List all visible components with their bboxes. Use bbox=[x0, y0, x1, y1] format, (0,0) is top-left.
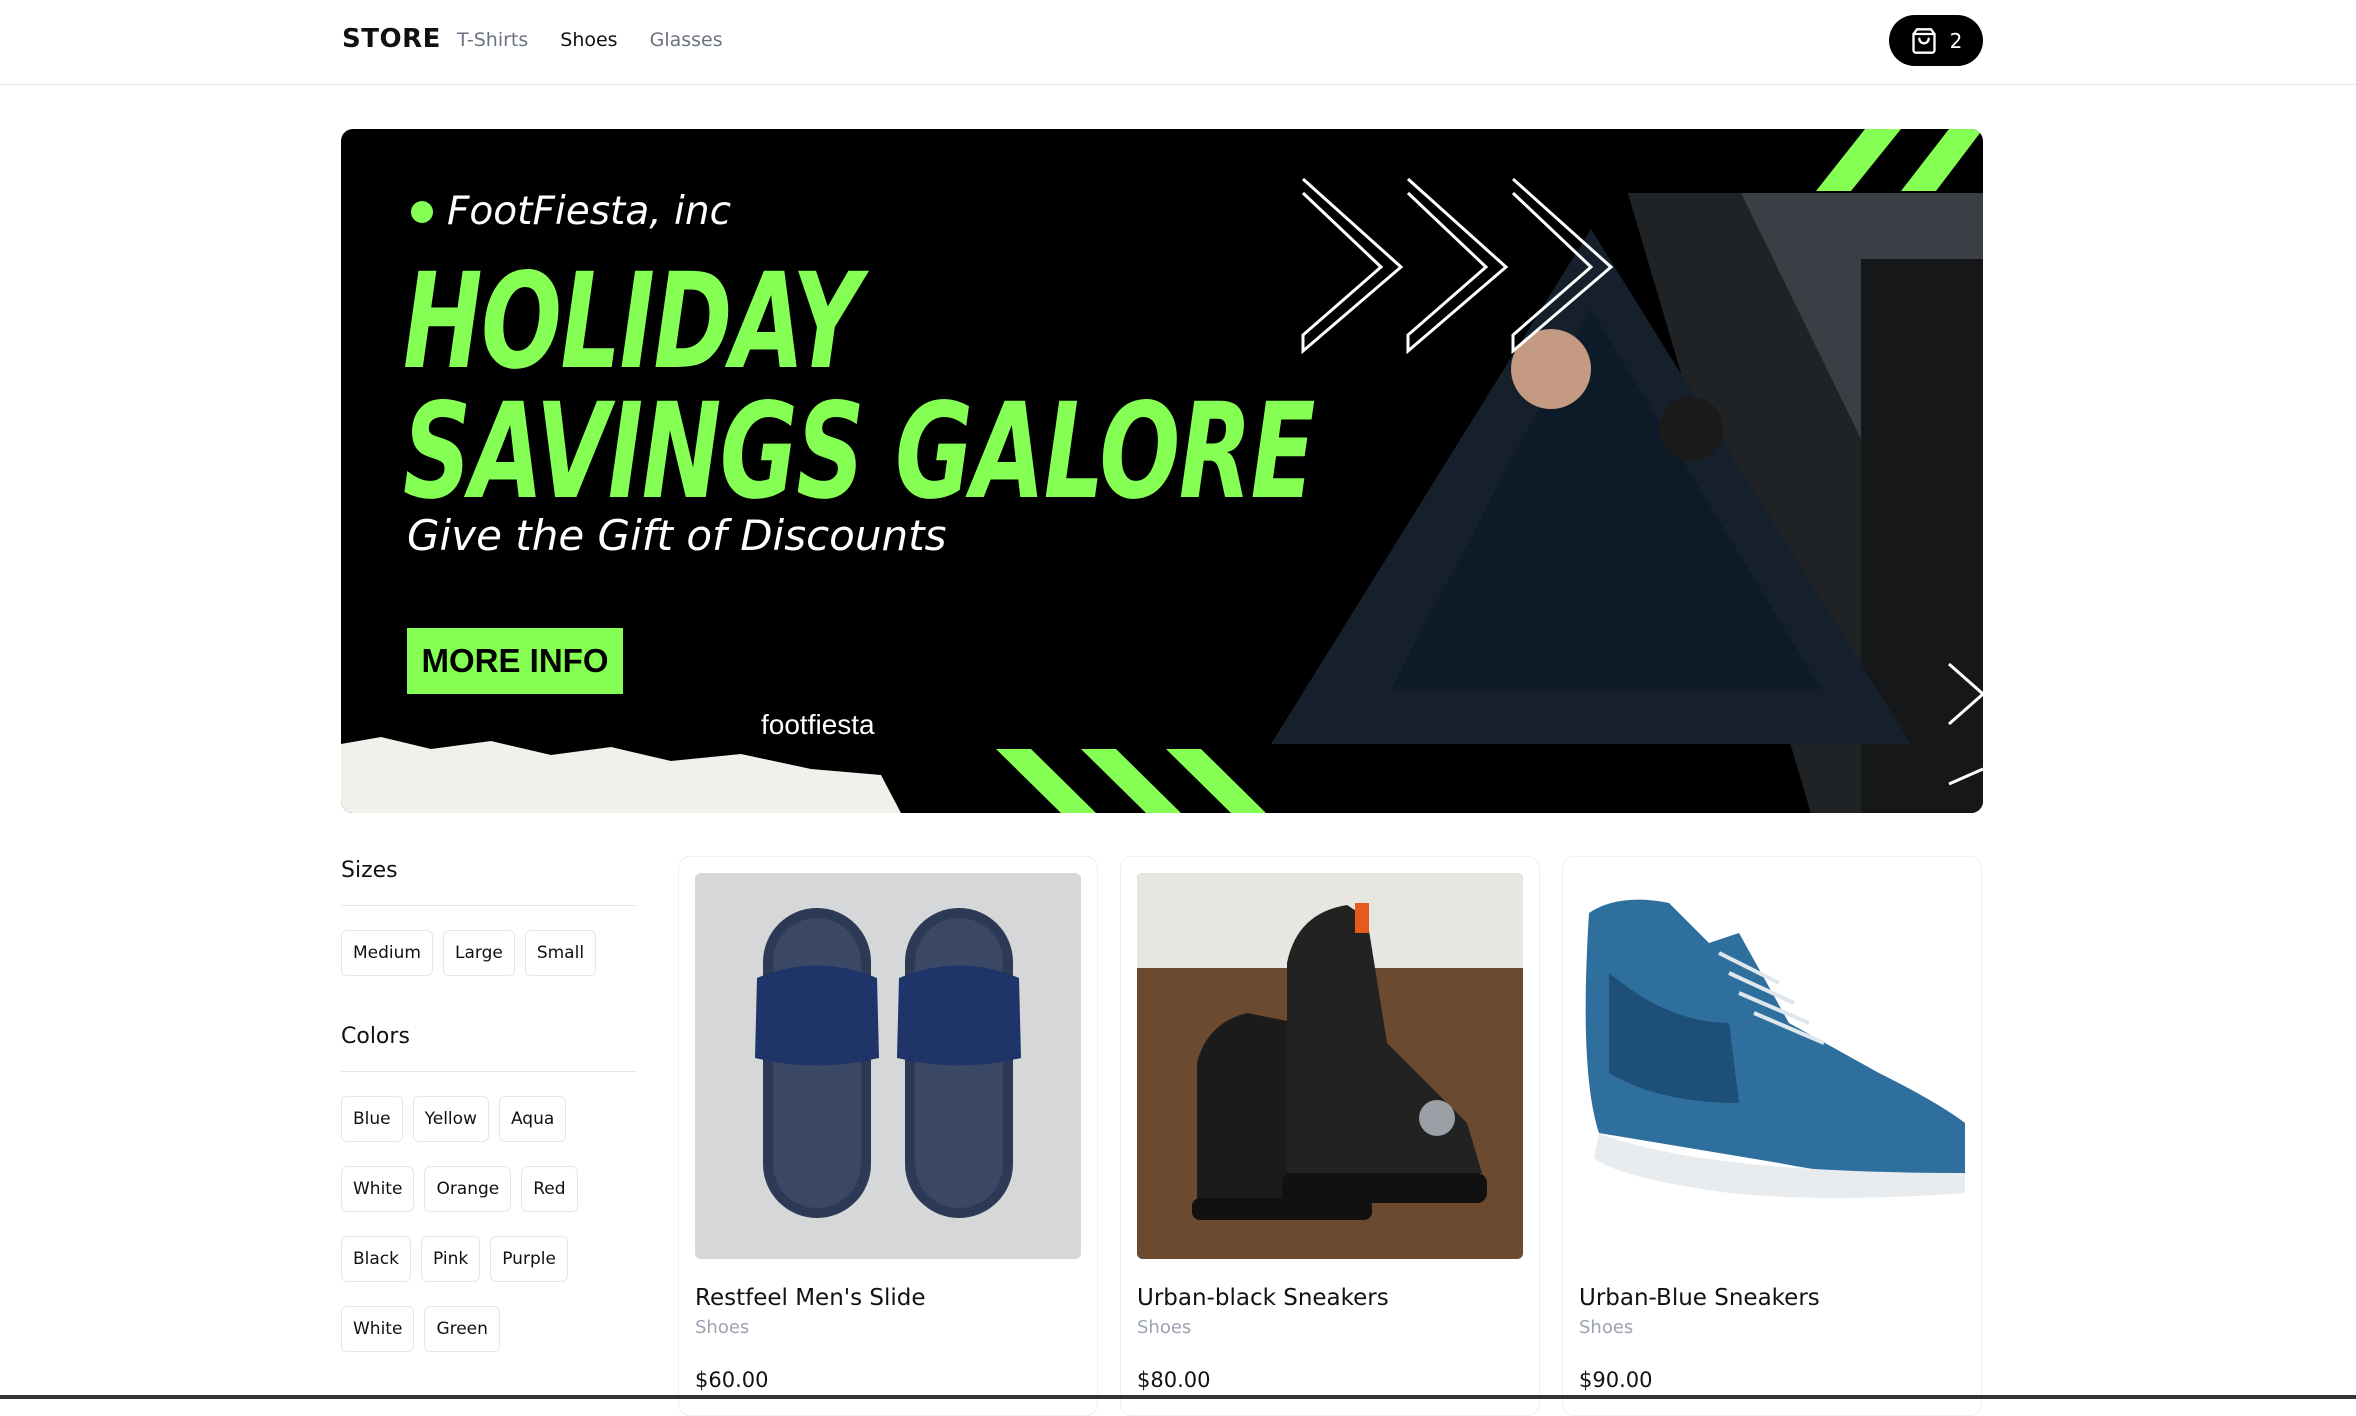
shopping-bag-icon bbox=[1911, 27, 1936, 54]
sizes-title: Sizes bbox=[341, 858, 637, 906]
product-name[interactable]: Urban-Blue Sneakers bbox=[1579, 1285, 1965, 1311]
cart-button[interactable]: 2 bbox=[1889, 15, 1983, 66]
color-chip-blue[interactable]: Blue bbox=[341, 1096, 403, 1142]
color-chip-orange[interactable]: Orange bbox=[424, 1166, 512, 1212]
color-chip-purple[interactable]: Purple bbox=[490, 1236, 568, 1282]
product-image-blue-sneakers[interactable] bbox=[1579, 873, 1965, 1259]
social-handle: footfiesta bbox=[761, 709, 875, 740]
product-name[interactable]: Restfeel Men's Slide bbox=[695, 1285, 1081, 1311]
color-chip-green[interactable]: Green bbox=[424, 1306, 500, 1352]
product-category: Shoes bbox=[1137, 1317, 1192, 1338]
cart-count: 2 bbox=[1949, 28, 1963, 53]
size-chip-small[interactable]: Small bbox=[524, 930, 597, 976]
more-info-button[interactable]: MORE INFO bbox=[407, 628, 623, 694]
sizes-filter: Sizes Medium Large Small bbox=[341, 858, 637, 976]
nav-link-glasses[interactable]: Glasses bbox=[650, 29, 723, 51]
nav-link-shoes[interactable]: Shoes bbox=[560, 29, 617, 51]
color-chip-red[interactable]: Red bbox=[521, 1166, 578, 1212]
top-navigation: STORE T-Shirts Shoes Glasses 2 bbox=[0, 0, 2356, 85]
banner-tagline: Give the Gift of Discounts bbox=[407, 511, 947, 560]
color-chip-aqua[interactable]: Aqua bbox=[498, 1096, 567, 1142]
product-name[interactable]: Urban-black Sneakers bbox=[1137, 1285, 1523, 1311]
colors-title: Colors bbox=[341, 1024, 637, 1072]
color-chip-black[interactable]: Black bbox=[341, 1236, 411, 1282]
product-price: $60.00 bbox=[695, 1368, 769, 1392]
color-chip-white[interactable]: White bbox=[341, 1166, 415, 1212]
product-image-slide[interactable] bbox=[695, 873, 1081, 1259]
product-grid: Restfeel Men's Slide Shoes $60.00 Urban-… bbox=[678, 856, 1982, 1416]
product-card[interactable]: Restfeel Men's Slide Shoes $60.00 bbox=[678, 856, 1098, 1416]
product-image-black-sneakers[interactable] bbox=[1137, 873, 1523, 1259]
color-chip-pink[interactable]: Pink bbox=[421, 1236, 481, 1282]
colors-filter: Colors Blue Yellow Aqua White Orange Red… bbox=[341, 1024, 637, 1352]
size-chip-medium[interactable]: Medium bbox=[341, 930, 433, 976]
nav-link-t-shirts[interactable]: T-Shirts bbox=[457, 29, 528, 51]
size-options: Medium Large Small bbox=[341, 906, 637, 976]
filter-sidebar: Sizes Medium Large Small Colors Blue Yel… bbox=[341, 858, 637, 1352]
product-card[interactable]: Urban-black Sneakers Shoes $80.00 bbox=[1120, 856, 1540, 1416]
product-price: $80.00 bbox=[1137, 1368, 1211, 1392]
product-card[interactable]: Urban-Blue Sneakers Shoes $90.00 bbox=[1562, 856, 1982, 1416]
product-category: Shoes bbox=[695, 1317, 750, 1338]
product-price: $90.00 bbox=[1579, 1368, 1653, 1392]
company-label: FootFiesta, inc bbox=[411, 189, 731, 234]
store-logo[interactable]: STORE bbox=[342, 24, 441, 54]
product-category: Shoes bbox=[1579, 1317, 1634, 1338]
color-options: Blue Yellow Aqua White Orange Red Black … bbox=[341, 1072, 637, 1352]
viewport-bottom-edge bbox=[0, 1395, 2356, 1399]
company-name: FootFiesta, inc bbox=[447, 189, 732, 234]
headline-line-2: SAVINGS GALORE bbox=[403, 375, 1315, 529]
promo-banner[interactable]: FootFiesta, inc HOLIDAY SAVINGS GALORE G… bbox=[341, 129, 1983, 813]
color-chip-yellow[interactable]: Yellow bbox=[412, 1096, 489, 1142]
color-chip-white-2[interactable]: White bbox=[341, 1306, 415, 1352]
bullet-dot bbox=[411, 200, 433, 223]
category-nav: T-Shirts Shoes Glasses bbox=[457, 29, 723, 51]
headline-line-1: HOLIDAY bbox=[403, 245, 861, 399]
size-chip-large[interactable]: Large bbox=[442, 930, 515, 976]
